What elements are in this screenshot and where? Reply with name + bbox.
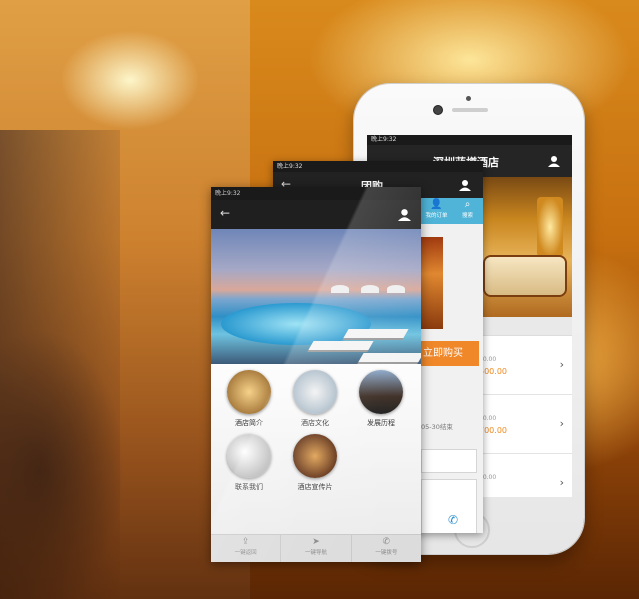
user-icon: 👤 (430, 199, 443, 210)
umbrella-image (387, 285, 405, 293)
status-bar: 晚上9:32 (367, 135, 572, 145)
room-price: 700.00 (479, 426, 507, 435)
nav-bar: ← (211, 200, 421, 229)
lounger-image (358, 353, 421, 362)
tab-search[interactable]: ⌕ 搜索 (452, 198, 483, 224)
input-field[interactable] (421, 449, 477, 473)
chevron-right-icon: › (559, 476, 564, 489)
history-image (359, 370, 403, 414)
share-icon: ⇪ (241, 537, 250, 547)
room-price: 500.00 (479, 367, 507, 376)
tile-contact-us[interactable]: 联系我们 (219, 434, 279, 492)
tile-hotel-intro[interactable]: 酒店简介 (219, 370, 279, 428)
hotel-home-screen: 晚上9:32 ← 酒店简介 酒店文化 发展历程 联系我们 酒店宣传片 ⇪ 一键返… (211, 187, 421, 562)
tile-label: 联系我们 (235, 483, 263, 491)
tile-label: 酒店文化 (301, 419, 329, 427)
contact-us-image (227, 434, 271, 478)
chevron-right-icon: › (559, 358, 564, 371)
tab-label: 我的订单 (425, 213, 448, 219)
tile-label: 酒店宣传片 (297, 483, 333, 491)
lounger-image (308, 341, 374, 350)
status-bar: 晚上9:32 (211, 187, 421, 200)
tile-promo-video[interactable]: 酒店宣传片 (285, 434, 345, 492)
deal-thumbnail (421, 237, 443, 329)
menu-grid: 酒店简介 酒店文化 发展历程 联系我们 酒店宣传片 (211, 364, 421, 536)
hotel-culture-image (293, 370, 337, 414)
tile-hotel-culture[interactable]: 酒店文化 (285, 370, 345, 428)
back-arrow-icon[interactable]: ← (220, 206, 230, 220)
phone-sensor (466, 96, 471, 101)
tile-label: 酒店简介 (235, 419, 263, 427)
toolbar-label: 一键返回 (234, 550, 257, 556)
buy-now-button[interactable]: 立即购买 (421, 341, 479, 366)
resort-banner-image (211, 229, 421, 364)
lamp-image (537, 197, 563, 257)
phone-icon: ✆ (382, 537, 391, 547)
umbrella-image (331, 285, 349, 293)
user-icon[interactable] (548, 155, 560, 167)
status-bar: 晚上9:32 (273, 161, 483, 172)
one-click-dial-button[interactable]: ✆ 一键拨号 (352, 535, 421, 562)
user-icon[interactable] (459, 179, 471, 191)
lounger-image (343, 329, 409, 338)
tab-bar: 👤 我的订单 ⌕ 搜索 (421, 198, 483, 224)
promo-video-image (293, 434, 337, 478)
toolbar-label: 一键拨号 (375, 550, 398, 556)
user-icon[interactable] (398, 208, 411, 221)
umbrella-image (361, 285, 379, 293)
phone-camera (433, 105, 443, 115)
one-click-return-button[interactable]: ⇪ 一键返回 (211, 535, 282, 562)
tab-label: 搜索 (461, 213, 473, 219)
chevron-right-icon: › (559, 417, 564, 430)
phone-icon[interactable]: ✆ (448, 513, 458, 527)
deal-end-date: 05-30结束 (421, 423, 453, 431)
tab-my-orders[interactable]: 👤 我的订单 (421, 198, 452, 224)
bottom-toolbar: ⇪ 一键返回 ➤ 一键导航 ✆ 一键拨号 (211, 534, 421, 562)
search-icon: ⌕ (464, 199, 471, 210)
phone-speaker (452, 108, 488, 112)
toolbar-label: 一键导航 (304, 550, 327, 556)
one-click-navigation-button[interactable]: ➤ 一键导航 (281, 535, 352, 562)
tile-history[interactable]: 发展历程 (351, 370, 411, 428)
bed-image (485, 257, 565, 295)
navigation-icon: ➤ (312, 537, 320, 547)
tile-label: 发展历程 (367, 419, 395, 427)
pool-image (221, 303, 371, 345)
hotel-intro-image (227, 370, 271, 414)
